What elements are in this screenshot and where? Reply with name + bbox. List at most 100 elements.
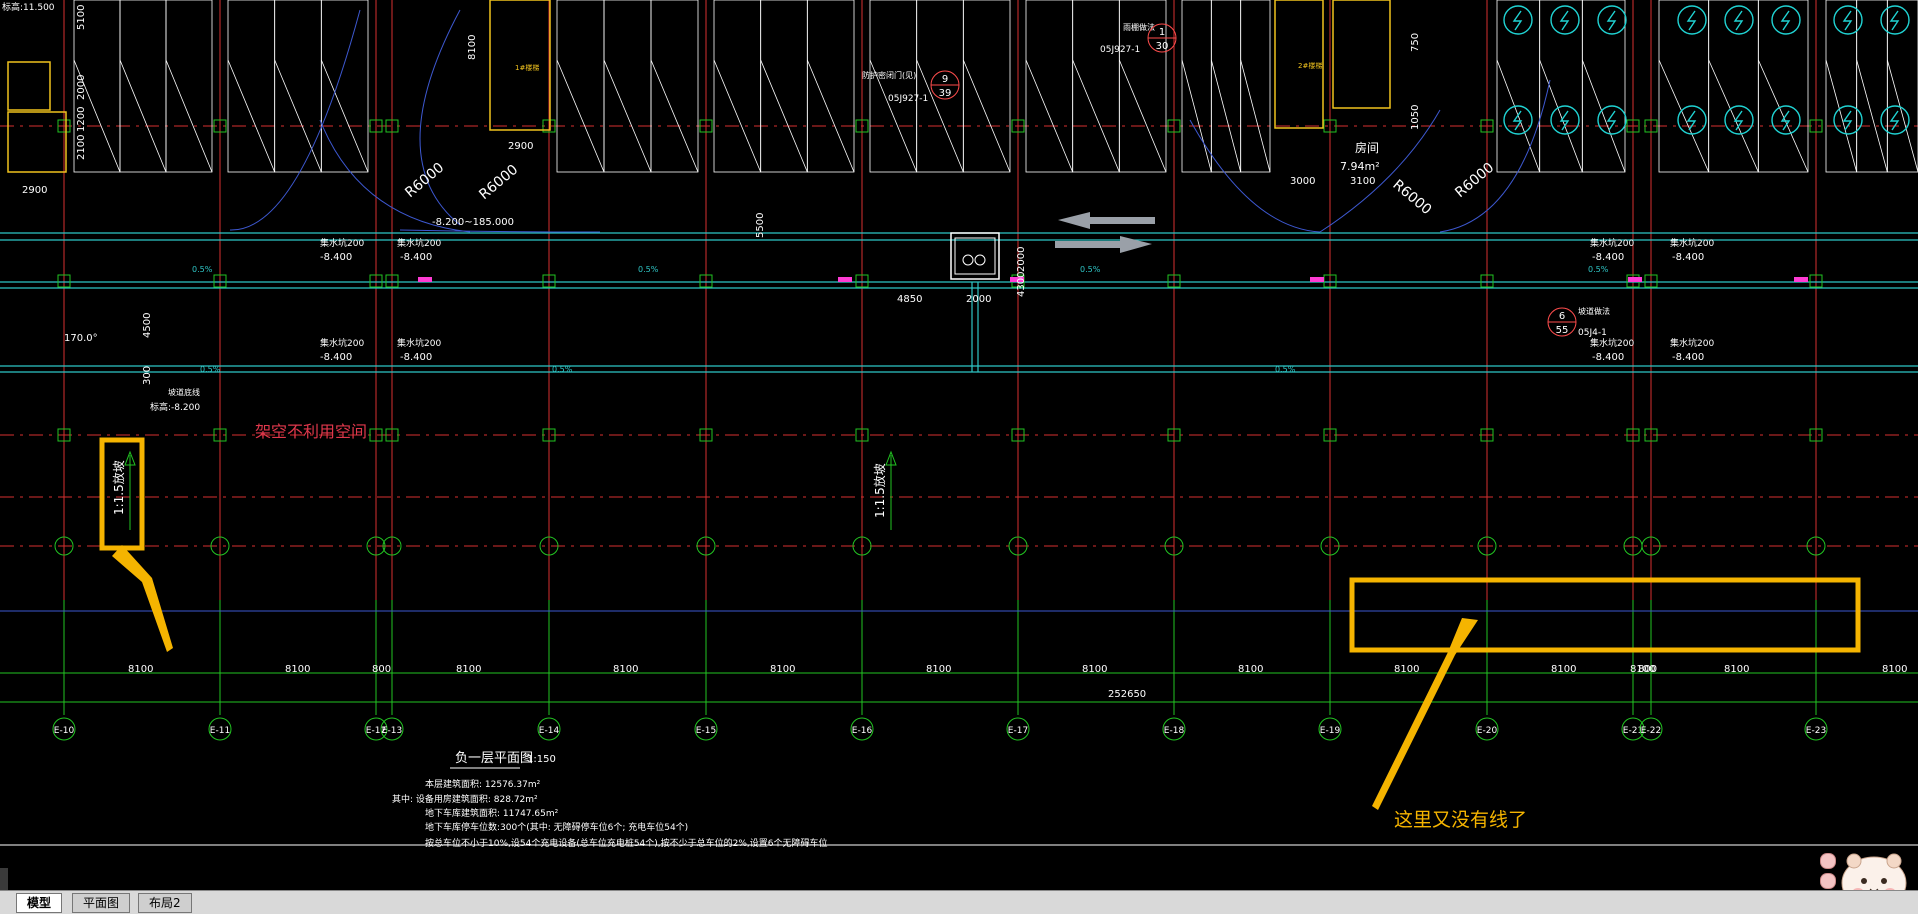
- corridor-lines: [0, 232, 1918, 373]
- ev-charger-icon: [1880, 105, 1910, 135]
- axis-bubbles: E-10 E-11 E-12E-13 E-14 E-15 E-16 E-17 E-18 E-19…: [52, 717, 1828, 741]
- svg-text:05J4-1: 05J4-1: [1578, 328, 1607, 338]
- svg-text:5100: 5100: [76, 5, 87, 30]
- svg-text:-8.400: -8.400: [1592, 252, 1624, 263]
- unused-space-label: 架空不利用空间: [255, 422, 367, 441]
- plan-scale: 1:150: [527, 754, 556, 765]
- svg-text:4500: 4500: [142, 313, 153, 338]
- ev-charger-icon: [1550, 5, 1580, 35]
- svg-text:标高:-8.200: 标高:-8.200: [150, 401, 200, 413]
- svg-text:30: 30: [1156, 41, 1169, 52]
- ramp-label-2: 1:1.5放坡: [872, 463, 887, 518]
- parking-space: [165, 0, 213, 173]
- parking-diagonal: [603, 59, 652, 173]
- svg-text:R6000: R6000: [402, 160, 447, 201]
- svg-text:按总车位不小于10%,设54个充电设备(总车位充电桩54个): 按总车位不小于10%,设54个充电设备(总车位充电桩54个),按不少于总车位的2…: [425, 837, 828, 849]
- ev-charger-icon: [1550, 105, 1580, 135]
- axis-id: E-13: [382, 726, 402, 736]
- lightning-icon: [1559, 110, 1570, 131]
- parking-diagonal: [806, 59, 855, 173]
- svg-text:集水坑200: 集水坑200: [1670, 337, 1714, 349]
- svg-text:2000: 2000: [1016, 247, 1027, 272]
- ev-charger-icon: [1771, 5, 1801, 35]
- parking-space: [1539, 0, 1583, 173]
- horizontal-axes: [0, 125, 1918, 547]
- axis-id: E-19: [1320, 726, 1341, 736]
- lightning-icon: [1842, 10, 1853, 31]
- ev-charger-icon: [1833, 5, 1863, 35]
- parking-diagonal: [556, 59, 605, 173]
- parking-space: [1581, 0, 1626, 173]
- axis-id: E-14: [539, 726, 560, 736]
- parking-diagonal: [1210, 59, 1242, 173]
- ev-charger-icon: [1597, 5, 1627, 35]
- tab-model[interactable]: 模型: [16, 893, 63, 913]
- bay-dimension: 8100: [1551, 664, 1576, 675]
- parking-diagonal: [274, 59, 322, 173]
- parking-space: [320, 0, 369, 173]
- svg-text:R6000: R6000: [1452, 160, 1497, 201]
- svg-text:0.5%: 0.5%: [1275, 365, 1296, 374]
- tab-plan[interactable]: 平面图: [72, 893, 131, 913]
- svg-text:6: 6: [1559, 311, 1565, 322]
- parking-diagonal: [1708, 59, 1759, 173]
- svg-text:-8.400: -8.400: [1672, 352, 1704, 363]
- scroll-grip[interactable]: [0, 868, 8, 890]
- bay-dimension: 8100: [1724, 664, 1749, 675]
- lightning-icon: [1889, 110, 1900, 131]
- bay-dimension: 8100: [1394, 664, 1419, 675]
- parking-diagonal: [1886, 59, 1918, 173]
- axis-id: E-17: [1008, 726, 1028, 736]
- parking-space: [1210, 0, 1242, 173]
- svg-text:-8.400: -8.400: [400, 252, 432, 263]
- svg-text:本层建筑面积: 12576.37m²: 本层建筑面积: 12576.37m²: [425, 778, 541, 790]
- axis-id: E-18: [1164, 726, 1185, 736]
- parking-space: [650, 0, 699, 173]
- svg-text:4850: 4850: [897, 294, 922, 305]
- svg-text:0.5%: 0.5%: [192, 265, 213, 274]
- parking-diagonal: [1581, 59, 1626, 173]
- layout-tab-bar: 模型 平面图 布局2: [0, 890, 1918, 914]
- grid-extension-lines: [63, 600, 1817, 715]
- bay-dimension: 8100: [926, 664, 951, 675]
- parking-space: [274, 0, 322, 173]
- axis-id: E-16: [852, 726, 873, 736]
- lightning-icon: [1559, 10, 1570, 31]
- parking-space: [916, 0, 964, 173]
- axis-id: E-10: [54, 726, 75, 736]
- annotation-highlights: [99, 437, 1861, 653]
- axis-id: E-23: [1806, 726, 1826, 736]
- side-button-1[interactable]: [1820, 853, 1836, 869]
- svg-text:750: 750: [1410, 33, 1421, 52]
- svg-text:0.5%: 0.5%: [1588, 265, 1609, 274]
- svg-text:坡道底线: 坡道底线: [168, 387, 200, 397]
- lightning-icon: [1733, 110, 1744, 131]
- axis-id: E-20: [1477, 726, 1498, 736]
- svg-text:39: 39: [939, 88, 952, 99]
- svg-text:8100: 8100: [467, 35, 478, 60]
- svg-text:5500: 5500: [755, 213, 766, 238]
- annotation-note: 这里又没有线了: [1394, 809, 1527, 831]
- svg-text:集水坑200: 集水坑200: [1590, 337, 1634, 349]
- svg-text:252650: 252650: [1108, 689, 1146, 700]
- bay-dimension: 8100: [456, 664, 481, 675]
- svg-text:170.0°: 170.0°: [64, 333, 98, 344]
- side-button-2[interactable]: [1820, 873, 1836, 889]
- lightning-icon: [1842, 110, 1853, 131]
- tab-layout2[interactable]: 布局2: [138, 893, 192, 913]
- svg-text:2000: 2000: [966, 294, 991, 305]
- parking-diagonal: [713, 59, 762, 173]
- parking-diagonal: [320, 59, 369, 173]
- ev-charger-icon: [1771, 105, 1801, 135]
- drawing-texts: 标高:11.500 2900 2900 3000 3100 -8.200~185…: [2, 1, 1714, 700]
- cad-drawing-canvas[interactable]: E-10 E-11 E-12E-13 E-14 E-15 E-16 E-17 E-18 E-19…: [0, 0, 1918, 890]
- svg-text:地下车库建筑面积: 11747.65m²: 地下车库建筑面积: 11747.65m²: [425, 807, 559, 819]
- svg-text:其中: 设备用房建筑面积: 828.72m²: 其中: 设备用房建筑面积: 828.72m²: [392, 793, 538, 805]
- parking-space: [227, 0, 276, 173]
- parking-space: [1658, 0, 1710, 173]
- parking-space: [1181, 0, 1212, 173]
- ramp-arcs: [229, 9, 1551, 233]
- axis-id: E-15: [696, 726, 716, 736]
- parking-space: [760, 0, 808, 173]
- svg-text:地下车库停车位数:300个(其中: 无障碍停车位6个; 充电: 地下车库停车位数:300个(其中: 无障碍停车位6个; 充电车位54个): [425, 821, 688, 833]
